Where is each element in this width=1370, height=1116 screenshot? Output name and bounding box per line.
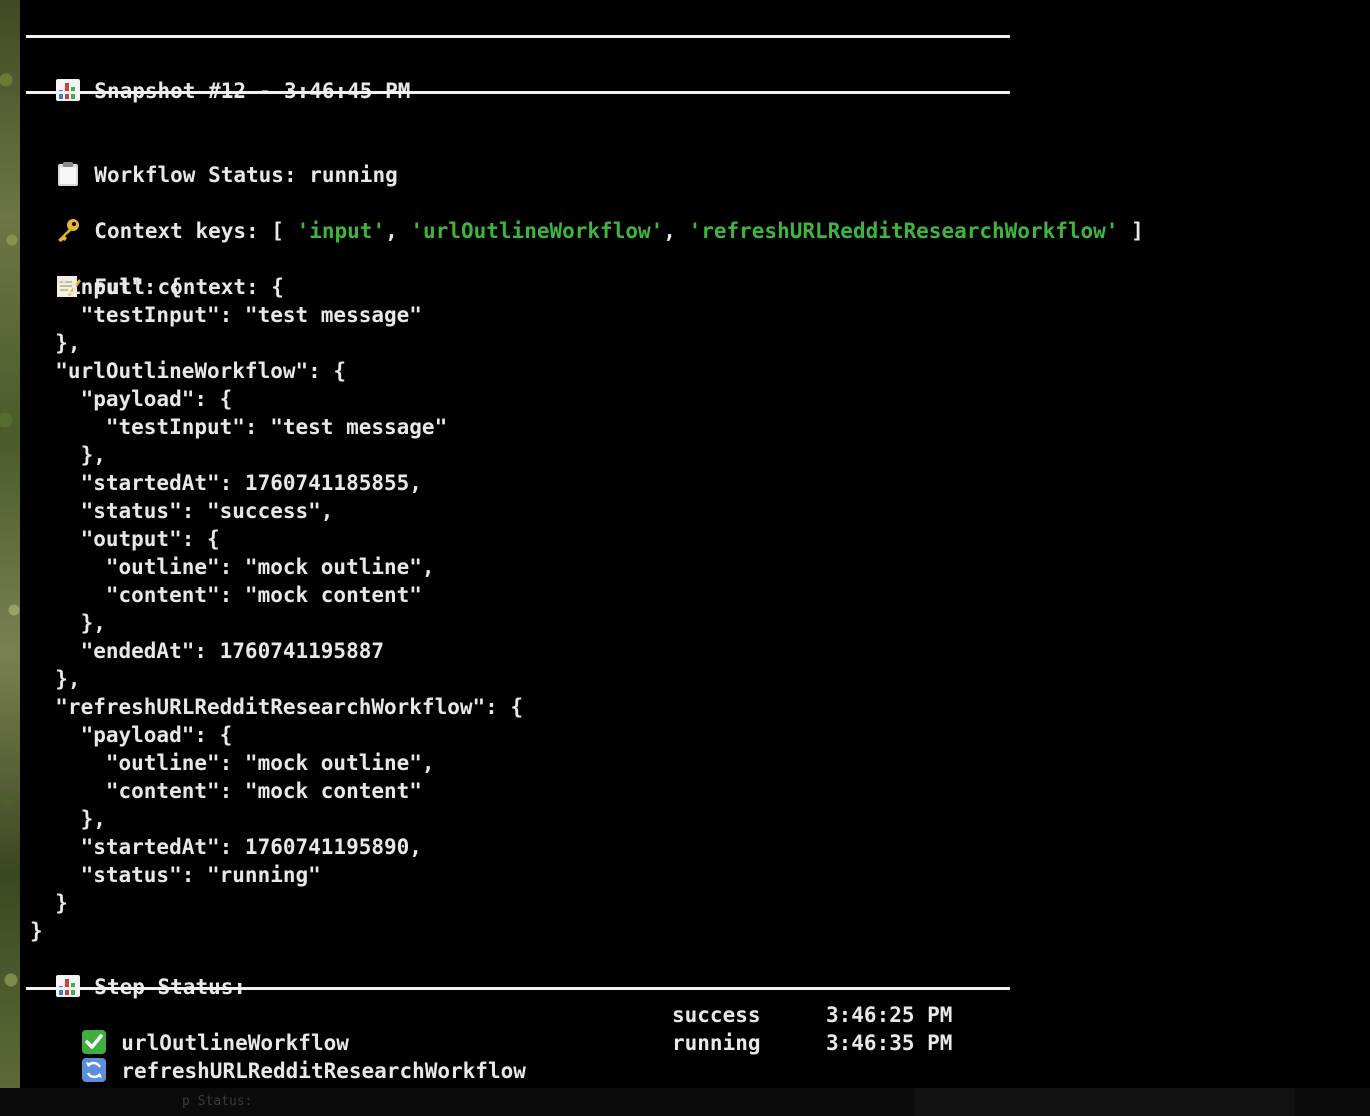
context-key-refresh-url: 'refreshURLRedditResearchWorkflow' — [688, 219, 1119, 243]
context-key-input: 'input' — [296, 219, 386, 243]
bar-chart-icon — [56, 975, 81, 997]
snapshot-header: Snapshot #12 - 3:46:45 PM — [30, 49, 410, 103]
background-ghost-panel — [915, 1088, 1295, 1116]
step-time: 3:46:25 PM — [826, 1003, 953, 1027]
context-key-url-outline: 'urlOutlineWorkflow' — [410, 219, 664, 243]
divider-steps — [26, 987, 1010, 990]
full-context-json: "input": { "testInput": "test message" }… — [30, 275, 524, 943]
context-key-separator: , — [385, 219, 411, 243]
step-row: urlOutlineWorkflow success 3:46:25 PM — [56, 1001, 952, 1055]
clipboard-icon — [58, 162, 79, 186]
context-keys-line: Context keys: [ 'input', 'urlOutlineWork… — [30, 189, 1144, 243]
step-status: success — [672, 1003, 761, 1027]
step-row: refreshURLRedditResearchWorkflow running… — [56, 1029, 952, 1083]
context-keys-label: Context keys: [ — [94, 219, 297, 243]
context-keys-close: ] — [1118, 219, 1144, 243]
key-icon — [58, 219, 80, 242]
desktop-wallpaper-strip — [0, 0, 20, 1088]
context-key-separator: , — [663, 219, 689, 243]
step-time: 3:46:35 PM — [826, 1031, 953, 1055]
bar-chart-icon — [56, 79, 81, 101]
refresh-icon — [82, 1058, 107, 1082]
workflow-status-text: Workflow Status: running — [94, 163, 398, 187]
workflow-status-line: Workflow Status: running — [30, 133, 398, 187]
divider-top — [26, 35, 1010, 38]
divider-header — [26, 91, 1010, 94]
step-name: refreshURLRedditResearchWorkflow — [121, 1059, 526, 1083]
full-context-line: Full context: { — [30, 245, 284, 299]
step-status-line: Step Status: — [30, 945, 246, 999]
background-ghost-text: p Status: — [182, 1094, 253, 1109]
step-status: running — [672, 1031, 761, 1055]
background-window-strip: p Status: — [0, 1088, 1370, 1116]
